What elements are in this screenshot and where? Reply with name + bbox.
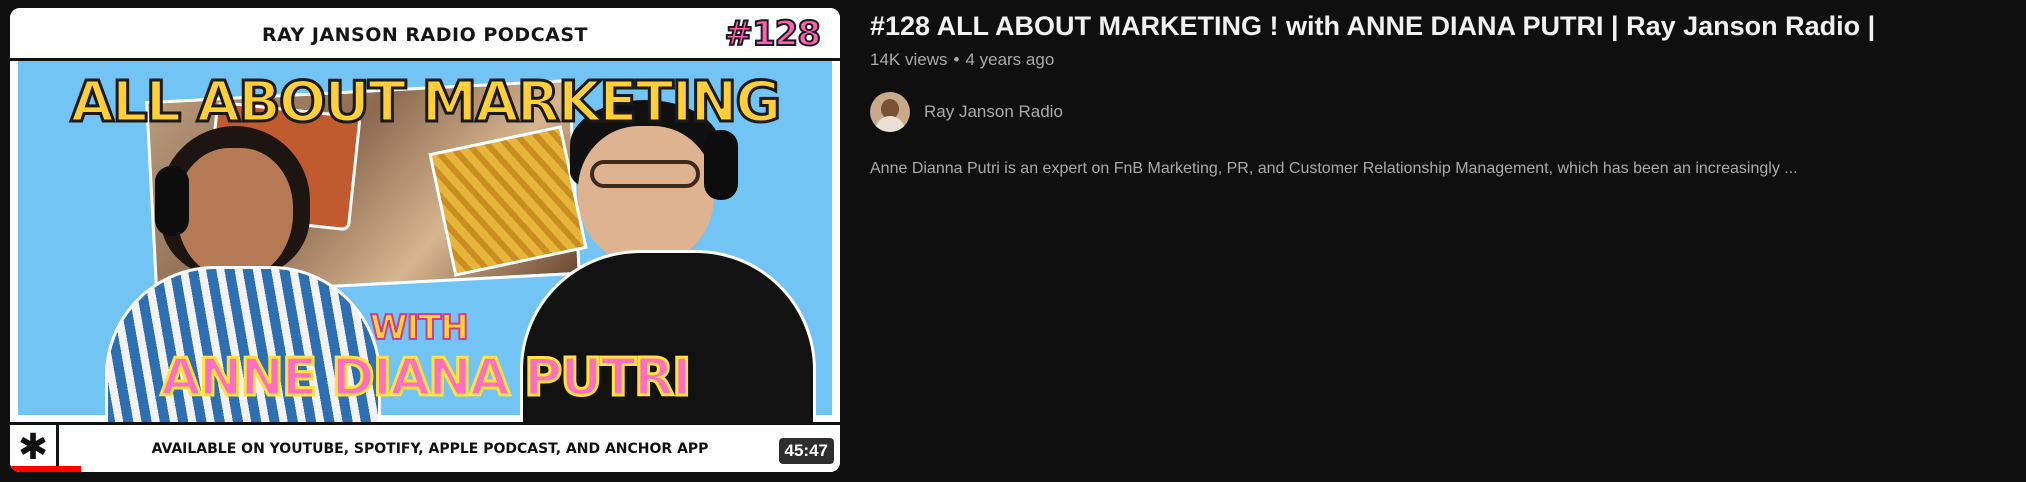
episode-badge: #128	[724, 13, 822, 55]
video-stats: 14K views • 4 years ago	[870, 50, 2010, 70]
watch-progress-fill	[10, 466, 81, 472]
upload-age: 4 years ago	[965, 50, 1055, 69]
host-shirt	[520, 250, 816, 436]
headphones-icon	[155, 166, 189, 236]
thumbnail-headline: ALL ABOUT MARKETING	[69, 69, 783, 137]
podcast-name: RAY JANSON RADIO PODCAST	[261, 24, 588, 46]
guest-face	[177, 148, 293, 280]
host-face	[578, 126, 714, 266]
channel-avatar[interactable]	[870, 92, 910, 132]
duration-badge: 45:47	[778, 438, 834, 464]
stats-separator: •	[953, 50, 960, 69]
video-description: Anne Dianna Putri is an expert on FnB Ma…	[870, 160, 1798, 177]
video-thumbnail[interactable]: RAY JANSON RADIO PODCAST #128 ALL ABOUT …	[10, 8, 840, 472]
channel-link[interactable]: Ray Janson Radio	[870, 92, 2010, 132]
video-details: #128 ALL ABOUT MARKETING ! with ANNE DIA…	[870, 8, 2010, 178]
watch-progress-bar	[10, 466, 840, 472]
video-title[interactable]: #128 ALL ABOUT MARKETING ! with ANNE DIA…	[870, 8, 2010, 44]
thumbnail-top-bar: RAY JANSON RADIO PODCAST #128	[10, 8, 840, 61]
host-glasses	[590, 160, 700, 188]
availability-text: AVAILABLE ON YOUTUBE, SPOTIFY, APPLE POD…	[151, 441, 709, 457]
view-count: 14K views	[870, 50, 948, 69]
thumbnail-with-label: WITH	[369, 307, 470, 349]
thumbnail-guest-name: ANNE DIANA PUTRI	[159, 347, 693, 410]
headphones-icon	[704, 130, 738, 200]
video-result-row[interactable]: RAY JANSON RADIO PODCAST #128 ALL ABOUT …	[0, 0, 2026, 482]
channel-name[interactable]: Ray Janson Radio	[924, 102, 1063, 122]
asterisk-icon: ✱	[10, 425, 59, 471]
thumbnail-bottom-bar: ✱ AVAILABLE ON YOUTUBE, SPOTIFY, APPLE P…	[10, 422, 840, 472]
avatar-body	[875, 116, 905, 132]
